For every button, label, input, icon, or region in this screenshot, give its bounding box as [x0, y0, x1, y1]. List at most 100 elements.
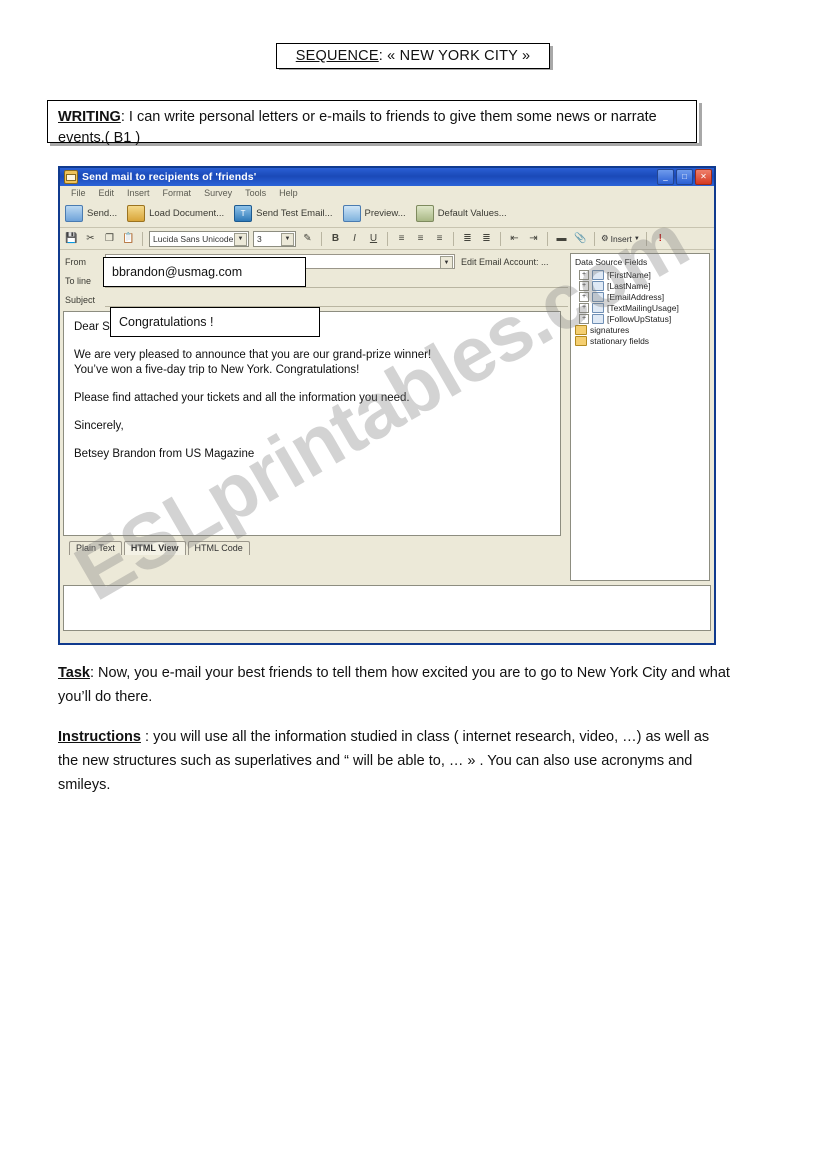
tree-item-emailaddress[interactable]: + [EmailAddress]	[573, 291, 709, 302]
indent-decrease-button[interactable]: ⇤	[507, 231, 522, 246]
menu-item-help[interactable]: Help	[279, 188, 298, 198]
toolbar-send-test-email-button[interactable]: T Send Test Email...	[234, 205, 333, 222]
app-body: From ▼ Edit Email Account: ... To line <…	[60, 250, 714, 581]
font-size-value: 3	[257, 233, 262, 244]
bold-button[interactable]: B	[328, 231, 343, 246]
chevron-down-icon-size[interactable]: ▼	[281, 232, 294, 246]
toolbar-separator-4	[453, 231, 454, 246]
menu-item-edit[interactable]: Edit	[99, 188, 115, 198]
expand-icon[interactable]: +	[579, 269, 589, 280]
expand-icon[interactable]: +	[579, 291, 589, 302]
edit-email-account-link[interactable]: Edit Email Account: ...	[461, 257, 549, 267]
field-icon	[592, 313, 604, 324]
tab-plain-text[interactable]: Plain Text	[69, 541, 122, 555]
align-right-button[interactable]: ≡	[432, 231, 447, 246]
copy-icon[interactable]: ❐	[102, 231, 117, 246]
sequence-title-box: SEQUENCE : « NEW YORK CITY »	[276, 43, 550, 69]
font-size-select[interactable]: 3 ▼	[253, 230, 296, 247]
message-body[interactable]: Dear Student, We are very pleased to ann…	[63, 311, 561, 536]
toolbar-separator-8	[645, 231, 647, 246]
align-center-button[interactable]: ≡	[413, 231, 428, 246]
view-tabs: Plain Text HTML View HTML Code	[63, 541, 568, 555]
horizontal-rule-icon[interactable]: ▬	[554, 231, 569, 246]
indent-increase-button[interactable]: ⇥	[526, 231, 541, 246]
chevron-down-icon-insert[interactable]: ▼	[634, 236, 640, 242]
field-icon	[592, 302, 604, 313]
insert-dropdown[interactable]: ⚙ Insert ▼	[601, 233, 640, 244]
alert-icon[interactable]: !	[653, 231, 668, 246]
subject-label: Subject	[65, 294, 96, 305]
formatting-toolbar: 💾 ✂ ❐ 📋 Lucida Sans Unicode ▼ 3 ▼ ✎ B I …	[60, 228, 714, 250]
paste-icon[interactable]: 📋	[121, 231, 136, 246]
chevron-down-icon[interactable]: ▼	[234, 232, 247, 246]
test-email-icon: T	[234, 205, 253, 222]
toolbar-separator-5	[500, 231, 501, 246]
expand-icon[interactable]: +	[579, 302, 589, 313]
tab-html-code[interactable]: HTML Code	[187, 541, 250, 555]
underline-button[interactable]: U	[366, 231, 381, 246]
toolbar-preview-label: Preview...	[364, 208, 406, 219]
field-icon	[592, 269, 604, 280]
from-email-callout-text: bbrandon@usmag.com	[112, 265, 243, 279]
insert-icon: ⚙	[601, 233, 609, 243]
menu-item-survey[interactable]: Survey	[204, 188, 232, 198]
toolbar-preview-button[interactable]: Preview...	[342, 205, 406, 222]
tree-item-lastname[interactable]: + [LastName]	[573, 280, 709, 291]
from-label: From	[65, 256, 86, 267]
preview-icon	[342, 205, 361, 222]
close-button[interactable]: ✕	[695, 169, 712, 185]
folder-icon	[575, 335, 587, 346]
save-icon[interactable]: 💾	[64, 231, 79, 246]
menu-item-format[interactable]: Format	[163, 188, 192, 198]
field-icon	[592, 280, 604, 291]
status-pane	[63, 585, 711, 631]
message-line-2: We are very pleased to announce that you…	[74, 349, 432, 361]
expand-icon[interactable]: +	[579, 280, 589, 291]
maximize-button[interactable]: □	[676, 169, 693, 185]
main-toolbar: Send... Load Document... T Send Test Ema…	[60, 200, 714, 228]
writing-text: : I can write personal letters or e-mail…	[58, 109, 657, 146]
tree-item-firstname[interactable]: + [FirstName]	[573, 269, 709, 280]
toolbar-load-document-button[interactable]: Load Document...	[127, 205, 224, 222]
numbered-list-button[interactable]: ≣	[460, 231, 475, 246]
subject-input[interactable]	[105, 292, 568, 307]
task-paragraph: Task: Now, you e-mail your best friends …	[58, 661, 730, 709]
toolbar-default-values-label: Default Values...	[437, 208, 507, 219]
tree-folder-stationary-fields[interactable]: stationary fields	[573, 335, 709, 346]
writing-box-shadow	[699, 103, 702, 146]
to-label: To line	[65, 275, 92, 286]
task-label: Task	[58, 665, 90, 681]
window-buttons: _ □ ✕	[657, 169, 712, 185]
data-source-pane: Data Source Fields + [FirstName] + [Last…	[570, 253, 710, 581]
chevron-down-icon-from[interactable]: ▼	[440, 256, 453, 269]
subject-field-row: Subject	[63, 291, 568, 308]
toolbar-default-values-button[interactable]: Default Values...	[415, 205, 507, 222]
writing-label: WRITING	[58, 109, 121, 125]
tree-item-label: [TextMailingUsage]	[607, 302, 679, 313]
tree-item-textmailingusage[interactable]: + [TextMailingUsage]	[573, 302, 709, 313]
menu-item-tools[interactable]: Tools	[245, 188, 266, 198]
attachment-icon[interactable]: 📎	[573, 231, 588, 246]
font-color-icon[interactable]: ✎	[300, 231, 315, 246]
folder-icon	[575, 324, 587, 335]
expand-icon[interactable]: +	[579, 313, 589, 324]
menu-item-file[interactable]: File	[71, 188, 86, 198]
tree-folder-signatures[interactable]: signatures	[573, 324, 709, 335]
align-left-button[interactable]: ≡	[394, 231, 409, 246]
instructions-paragraph: Instructions : you will use all the info…	[58, 725, 730, 797]
menu-item-insert[interactable]: Insert	[127, 188, 150, 198]
bullet-list-button[interactable]: ≣	[479, 231, 494, 246]
tree-item-followupstatus[interactable]: + [FollowUpStatus]	[573, 313, 709, 324]
toolbar-send-label: Send...	[87, 208, 118, 219]
folder-icon	[127, 205, 146, 222]
tree-item-label: [LastName]	[607, 280, 651, 291]
toolbar-send-button[interactable]: Send...	[65, 205, 117, 222]
toolbar-separator	[142, 231, 143, 246]
instructions-text: : you will use all the information studi…	[58, 729, 710, 793]
font-name-select[interactable]: Lucida Sans Unicode ▼	[149, 230, 249, 247]
tree-item-label: [EmailAddress]	[607, 291, 665, 302]
italic-button[interactable]: I	[347, 231, 362, 246]
cut-icon[interactable]: ✂	[83, 231, 98, 246]
minimize-button[interactable]: _	[657, 169, 674, 185]
tab-html-view[interactable]: HTML View	[123, 541, 186, 555]
